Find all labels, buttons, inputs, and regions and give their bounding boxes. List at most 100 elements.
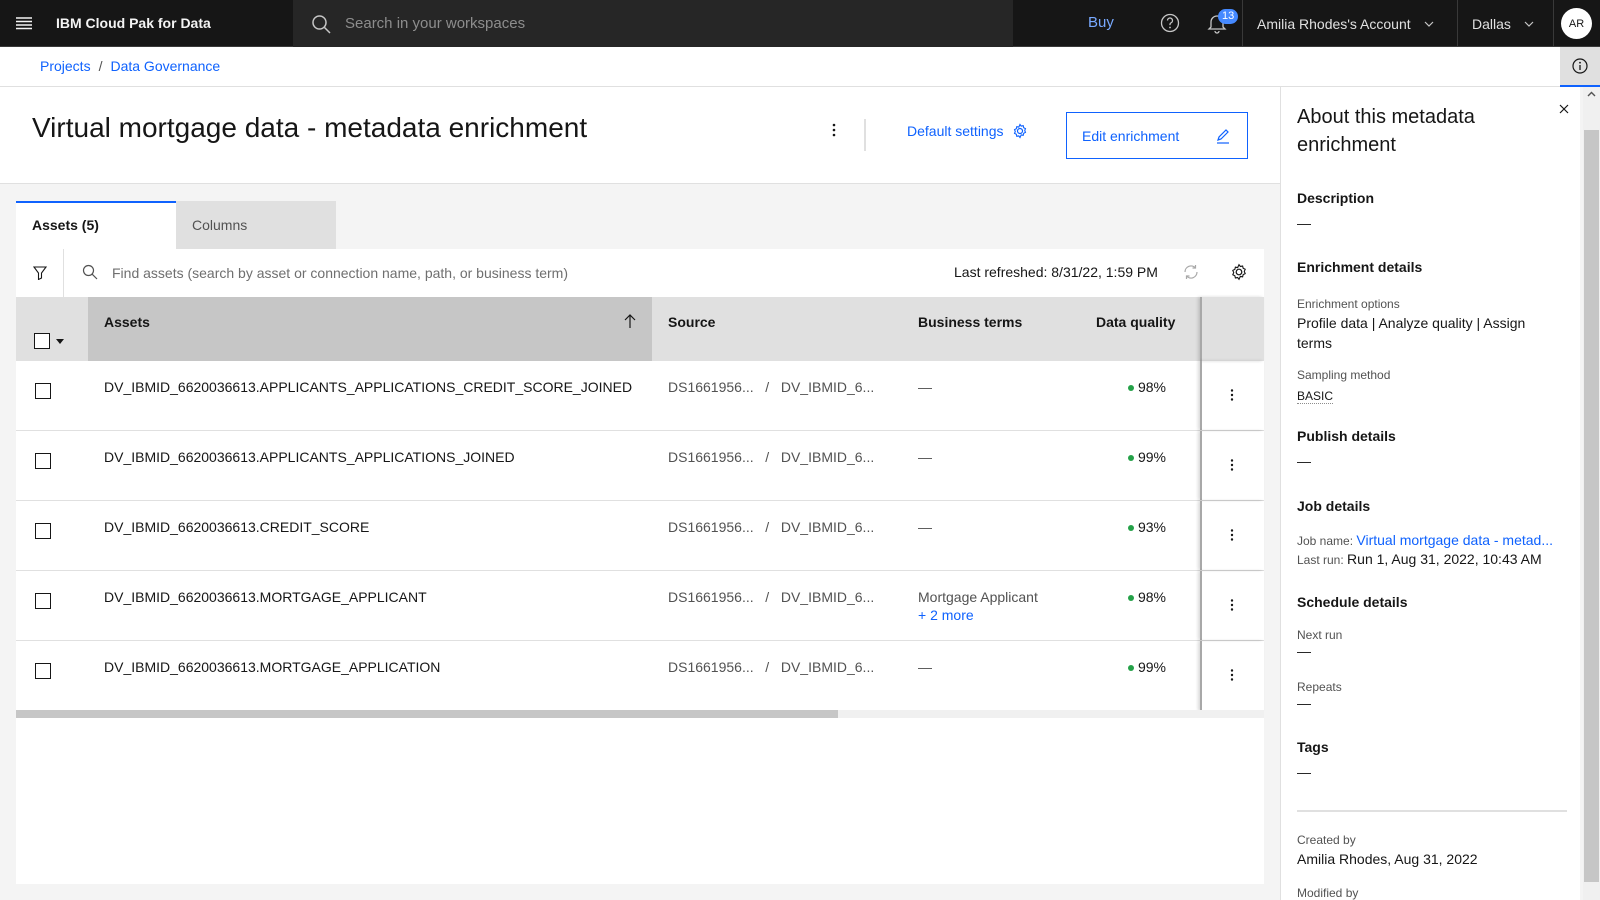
more-terms-link[interactable]: + 2 more bbox=[918, 607, 1038, 623]
tab-columns[interactable]: Columns bbox=[176, 201, 336, 249]
page-header: Virtual mortgage data - metadata enrichm… bbox=[0, 87, 1280, 184]
row-checkbox[interactable] bbox=[35, 453, 51, 469]
breadcrumb-bar: Projects / Data Governance bbox=[0, 47, 1600, 87]
column-header-business-terms[interactable]: Business terms bbox=[918, 297, 1022, 361]
source-schema: DV_IBMID_6... bbox=[780, 449, 875, 465]
table-row[interactable]: DV_IBMID_6620036613.APPLICANTS_APPLICATI… bbox=[16, 431, 1264, 501]
source-connection: DS1661956... bbox=[668, 379, 754, 395]
horizontal-scrollbar-thumb[interactable] bbox=[16, 710, 838, 718]
table-empty-area bbox=[16, 718, 1264, 884]
breadcrumb-data-governance[interactable]: Data Governance bbox=[110, 58, 220, 74]
breadcrumb: Projects / Data Governance bbox=[40, 58, 220, 74]
row-overflow-menu-button[interactable] bbox=[1226, 599, 1238, 615]
select-all-control[interactable] bbox=[34, 297, 64, 361]
search-icon bbox=[312, 14, 331, 34]
source-connection: DS1661956... bbox=[668, 449, 754, 465]
asset-name[interactable]: DV_IBMID_6620036613.MORTGAGE_APPLICATION bbox=[104, 659, 440, 675]
last-refreshed-text: Last refreshed: 8/31/22, 1:59 PM bbox=[954, 264, 1158, 280]
enrichment-details-heading: Enrichment details bbox=[1297, 259, 1423, 275]
global-search[interactable]: Search in your workspaces bbox=[293, 0, 1013, 47]
column-header-assets[interactable]: Assets bbox=[88, 297, 652, 361]
asset-name[interactable]: DV_IBMID_6620036613.APPLICANTS_APPLICATI… bbox=[104, 379, 632, 395]
row-overflow-menu-button[interactable] bbox=[1226, 389, 1238, 405]
default-settings-label: Default settings bbox=[907, 123, 1004, 139]
source-path: DS1661956... / DV_IBMID_6... bbox=[668, 519, 874, 535]
last-run-row: Last run: Run 1, Aug 31, 2022, 10:43 AM bbox=[1297, 551, 1542, 567]
page-title: Virtual mortgage data - metadata enrichm… bbox=[32, 112, 588, 143]
page-overflow-menu-button[interactable] bbox=[826, 123, 842, 139]
default-settings-button[interactable]: Default settings bbox=[907, 123, 1028, 139]
buy-link[interactable]: Buy bbox=[1088, 14, 1114, 31]
job-name-link[interactable]: Virtual mortgage data - metad... bbox=[1356, 532, 1553, 548]
row-checkbox[interactable] bbox=[35, 593, 51, 609]
quality-value: 98% bbox=[1137, 589, 1166, 605]
source-connection: DS1661956... bbox=[668, 659, 754, 675]
publish-details-heading: Publish details bbox=[1297, 428, 1396, 444]
tab-assets[interactable]: Assets (5) bbox=[16, 201, 176, 249]
hamburger-icon bbox=[15, 17, 32, 30]
view-tabs: Assets (5) Columns bbox=[16, 201, 336, 249]
schedule-details-heading: Schedule details bbox=[1297, 594, 1408, 610]
sampling-method-value[interactable]: BASIC bbox=[1297, 389, 1334, 404]
table-row[interactable]: DV_IBMID_6620036613.CREDIT_SCORE DS16619… bbox=[16, 501, 1264, 571]
quality-status-dot-icon bbox=[1127, 385, 1134, 392]
quality-value: 93% bbox=[1137, 519, 1166, 535]
table-row[interactable]: DV_IBMID_6620036613.MORTGAGE_APPLICANT D… bbox=[16, 571, 1264, 641]
panel-divider bbox=[1297, 810, 1567, 812]
edit-enrichment-label: Edit enrichment bbox=[1082, 127, 1180, 144]
source-connection: DS1661956... bbox=[668, 519, 754, 535]
region-switcher[interactable]: Dallas bbox=[1472, 0, 1535, 47]
header-divider bbox=[1553, 0, 1554, 47]
row-overflow-menu-button[interactable] bbox=[1226, 529, 1238, 545]
table-row[interactable]: DV_IBMID_6620036613.MORTGAGE_APPLICATION… bbox=[16, 641, 1264, 711]
source-schema: DV_IBMID_6... bbox=[780, 379, 875, 395]
refresh-icon[interactable] bbox=[1182, 263, 1200, 281]
table-settings-gear-icon[interactable] bbox=[1230, 263, 1248, 281]
close-icon[interactable] bbox=[1558, 103, 1570, 115]
quality-value: 98% bbox=[1137, 379, 1166, 395]
vertical-scrollbar-thumb[interactable] bbox=[1584, 130, 1599, 882]
chevron-up-icon bbox=[1587, 91, 1596, 97]
column-header-source[interactable]: Source bbox=[668, 297, 715, 361]
row-checkbox[interactable] bbox=[35, 383, 51, 399]
asset-name[interactable]: DV_IBMID_6620036613.APPLICANTS_APPLICATI… bbox=[104, 449, 515, 465]
row-overflow-menu-button[interactable] bbox=[1226, 669, 1238, 685]
account-switcher[interactable]: Amilia Rhodes's Account bbox=[1257, 0, 1435, 47]
app-name: IBM Cloud Pak for Data bbox=[56, 15, 211, 31]
table-row[interactable]: DV_IBMID_6620036613.APPLICANTS_APPLICATI… bbox=[16, 361, 1264, 431]
sampling-method-label: Sampling method bbox=[1297, 368, 1391, 382]
row-checkbox[interactable] bbox=[35, 663, 51, 679]
source-schema: DV_IBMID_6... bbox=[780, 589, 875, 605]
job-name-label: Job name: bbox=[1297, 534, 1354, 548]
user-avatar[interactable]: AR bbox=[1561, 8, 1592, 39]
next-run-label: Next run bbox=[1297, 628, 1343, 642]
find-assets-input[interactable] bbox=[112, 249, 932, 297]
row-checkbox[interactable] bbox=[35, 523, 51, 539]
hamburger-menu-button[interactable] bbox=[0, 0, 47, 47]
filter-button[interactable] bbox=[16, 249, 64, 297]
table-horizontal-scrollbar[interactable] bbox=[16, 710, 1264, 718]
source-separator: / bbox=[765, 449, 770, 465]
asset-name[interactable]: DV_IBMID_6620036613.MORTGAGE_APPLICANT bbox=[104, 589, 427, 605]
description-heading: Description bbox=[1297, 190, 1375, 206]
caret-down-icon[interactable] bbox=[56, 338, 64, 344]
column-header-data-quality[interactable]: Data quality bbox=[1096, 297, 1175, 361]
header-divider bbox=[1242, 0, 1243, 47]
overflow-menu-icon bbox=[832, 123, 836, 137]
help-icon[interactable] bbox=[1160, 13, 1180, 33]
scroll-up-button[interactable] bbox=[1583, 87, 1600, 101]
row-overflow-menu-button[interactable] bbox=[1226, 459, 1238, 475]
quality-status-dot-icon bbox=[1127, 595, 1134, 602]
panel-vertical-scrollbar[interactable] bbox=[1583, 87, 1600, 900]
breadcrumb-separator: / bbox=[98, 58, 103, 74]
data-quality: 98% bbox=[1127, 589, 1166, 605]
breadcrumb-projects[interactable]: Projects bbox=[40, 58, 91, 74]
info-panel-toggle[interactable] bbox=[1560, 47, 1600, 87]
edit-enrichment-button[interactable]: Edit enrichment bbox=[1066, 112, 1248, 159]
asset-name[interactable]: DV_IBMID_6620036613.CREDIT_SCORE bbox=[104, 519, 369, 535]
job-name-row: Job name: Virtual mortgage data - metad.… bbox=[1297, 532, 1553, 548]
table-header-row: Assets Source Business terms Data qualit… bbox=[16, 297, 1264, 361]
enrichment-options-value: Profile data | Analyze quality | Assign … bbox=[1297, 315, 1526, 351]
data-quality: 98% bbox=[1127, 379, 1166, 395]
select-all-checkbox[interactable] bbox=[34, 333, 50, 349]
